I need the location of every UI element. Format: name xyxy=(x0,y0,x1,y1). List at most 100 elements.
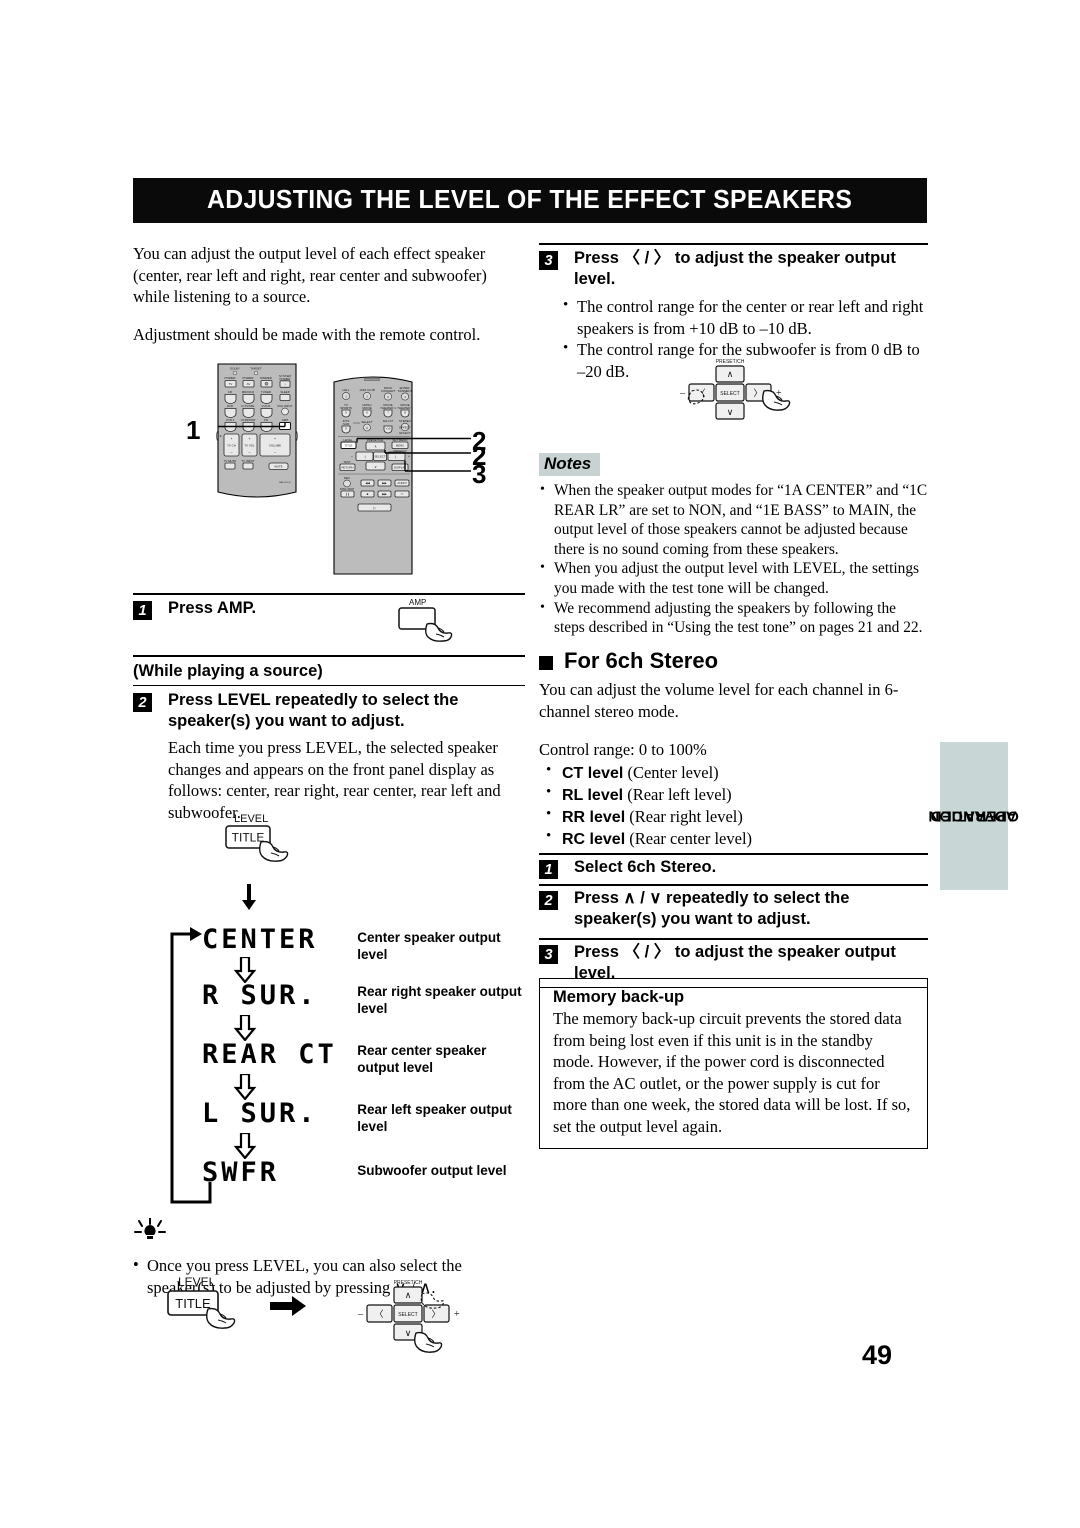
svg-text:6CH ST: 6CH ST xyxy=(383,419,394,423)
cursor-pad-figure-right: PRESET/CH ∧ 〈 SELECT 〉 ∨ – + xyxy=(660,355,840,433)
display-text-4: SWFR xyxy=(202,1157,280,1188)
side-tab-line-2: OPERATION xyxy=(928,807,1020,825)
svg-text:6CH INPUT: 6CH INPUT xyxy=(277,404,292,408)
select-label: SELECT xyxy=(720,391,739,397)
right-arrow-icon: 〉 xyxy=(753,388,762,398)
flow-arrow-3 xyxy=(233,1133,257,1159)
level-desc-0: (Center level) xyxy=(627,762,719,782)
svg-text:RAV-VOL10: RAV-VOL10 xyxy=(279,481,292,484)
flow-arrow-1 xyxy=(233,1015,257,1041)
tip-figure: LEVEL TITLE PRESET/CH ∧ 〈 SELECT 〉 ∨ – + xyxy=(160,1272,520,1372)
remote-right-unit: HALL 1 JAZZ CLUB 2 ROCK CONCERT 3 ENTER-… xyxy=(333,376,413,575)
svg-text:POWER: POWER xyxy=(280,377,291,381)
svg-text:POWER: POWER xyxy=(225,376,236,380)
level-desc-3: (Rear center level) xyxy=(629,828,753,848)
callout-label-1: 1 xyxy=(186,415,201,445)
display-text-1: R SUR. xyxy=(202,980,318,1011)
level-item-1: RL level (Rear left level) xyxy=(539,782,928,806)
intro-paragraph-2: Adjustment should be made with the remot… xyxy=(133,324,481,344)
display-text-3: L SUR. xyxy=(202,1098,318,1129)
svg-text:LEVEL: LEVEL xyxy=(178,1275,216,1289)
side-tab-advanced-operation: ADVANCED OPERATION xyxy=(929,742,1019,890)
svg-text:EFFECT: EFFECT xyxy=(399,425,410,429)
step-3-text: Press 〈 / 〉 to adjust the speaker output… xyxy=(574,249,896,288)
display-text-2: REAR CT xyxy=(202,1039,337,1070)
display-text-0: CENTER xyxy=(202,924,318,955)
svg-text:■: ■ xyxy=(367,492,369,496)
svg-text:AV: AV xyxy=(247,382,251,386)
svg-text:PRESET/CH: PRESET/CH xyxy=(394,1280,423,1286)
svg-text:∨: ∨ xyxy=(374,465,376,469)
svg-text:–: – xyxy=(274,450,276,454)
svg-text:AMP: AMP xyxy=(282,418,288,422)
svg-text:JAZZ CLUB: JAZZ CLUB xyxy=(359,388,374,392)
svg-text:TITLE: TITLE xyxy=(345,444,353,448)
svg-text:POWER: POWER xyxy=(243,376,254,380)
svg-text:TV: TV xyxy=(229,382,233,386)
svg-text:❙❙: ❙❙ xyxy=(345,492,350,496)
level-title-button-figure: LEVEL TITLE xyxy=(220,812,330,873)
control-range: Control range: 0 to 100% xyxy=(539,740,707,759)
svg-text:MOVIE: MOVIE xyxy=(362,406,371,410)
svg-text:REC: REC xyxy=(344,476,350,480)
tip-bulb-icon xyxy=(134,1217,166,1239)
svg-text:AUDIO: AUDIO xyxy=(397,481,407,485)
svg-text:THEATER 2: THEATER 2 xyxy=(397,406,413,410)
memory-backup-box: Memory back-up The memory back-up circui… xyxy=(539,970,928,1149)
display-caption-4: Subwoofer output level xyxy=(357,1163,507,1178)
svg-text:MENU: MENU xyxy=(396,444,405,448)
down-arrow-icon: ∨ xyxy=(727,407,734,417)
svg-text:SELECT: SELECT xyxy=(374,455,385,459)
for-6ch-step-1-text: Select 6ch Stereo. xyxy=(574,858,717,876)
step-3-number: 3 xyxy=(539,251,558,270)
svg-text:MUTE: MUTE xyxy=(274,465,282,469)
minus-label: – xyxy=(679,388,686,399)
left-column: You can adjust the output level of each … xyxy=(133,243,525,345)
memory-backup-body: The memory back-up circuit prevents the … xyxy=(553,1009,911,1136)
level-name-0: CT level xyxy=(562,764,624,782)
svg-text:+: + xyxy=(231,437,233,441)
step-2: 2 Press LEVEL repeatedly to select the s… xyxy=(133,688,525,823)
callout-label-3: 3 xyxy=(472,459,487,489)
level-label: LEVEL xyxy=(234,813,268,825)
amp-button-figure: AMP xyxy=(393,596,473,654)
step-1-number: 1 xyxy=(133,601,152,620)
svg-text:+10: +10 xyxy=(386,427,391,431)
svg-text:VOLUME: VOLUME xyxy=(269,444,281,448)
for-6ch-step-1: 1 Select 6ch Stereo. xyxy=(539,853,928,882)
level-name-1: RL level xyxy=(562,786,624,804)
svg-text:+: + xyxy=(454,1309,460,1320)
level-item-2: RR level (Rear right level) xyxy=(539,804,928,828)
svg-text:D-TV/CBL: D-TV/CBL xyxy=(241,404,255,408)
while-playing-header: (While playing a source) xyxy=(133,655,525,686)
flow-row-2: REAR CT Rear center speaker output level xyxy=(202,1039,532,1076)
page-title-banner: ADJUSTING THE LEVEL OF THE EFFECT SPEAKE… xyxy=(133,178,927,223)
page-title: ADJUSTING THE LEVEL OF THE EFFECT SPEAKE… xyxy=(207,186,853,214)
note-item-0: When the speaker output modes for “1A CE… xyxy=(539,480,928,559)
svg-text:TV MUTE: TV MUTE xyxy=(224,459,237,463)
notes-block: Notes When the speaker output modes for … xyxy=(539,453,928,638)
svg-text:THEATER 1: THEATER 1 xyxy=(380,406,396,410)
svg-text:–: – xyxy=(249,450,251,454)
svg-text:∧: ∧ xyxy=(374,445,376,449)
svg-text:▶▶: ▶▶ xyxy=(382,492,387,496)
svg-text:VCR 1: VCR 1 xyxy=(226,418,235,422)
flow-arrow-2 xyxy=(233,1074,257,1100)
svg-text:〈: 〈 xyxy=(374,1309,383,1319)
for-6ch-step-1-number: 1 xyxy=(539,860,558,879)
flow-row-3: L SUR. Rear left speaker output level xyxy=(202,1098,532,1135)
note-item-2: We recommend adjusting the speakers by f… xyxy=(539,598,928,638)
up-arrow-icon: ∧ xyxy=(727,369,734,379)
svg-text:TAINMENT: TAINMENT xyxy=(398,389,413,393)
display-caption-1: Rear right speaker output level xyxy=(357,984,522,1016)
svg-text:DISPLAY: DISPLAY xyxy=(394,466,406,470)
svg-text:VCR2/DVR: VCR2/DVR xyxy=(241,418,256,422)
svg-text:AMP: AMP xyxy=(409,598,426,607)
svg-text:+: + xyxy=(408,455,410,459)
step-3-bullet-0: The control range for the center or rear… xyxy=(557,295,928,339)
svg-text:TITLE: TITLE xyxy=(175,1296,211,1311)
remote-control-illustration: DOLBY TARGET POWER TV POWER AV DIMMER SY… xyxy=(186,352,486,584)
step-2-number: 2 xyxy=(133,693,152,712)
svg-text:TEST: TEST xyxy=(343,460,351,464)
remote-left-unit: DOLBY TARGET POWER TV POWER AV DIMMER SY… xyxy=(216,363,298,498)
